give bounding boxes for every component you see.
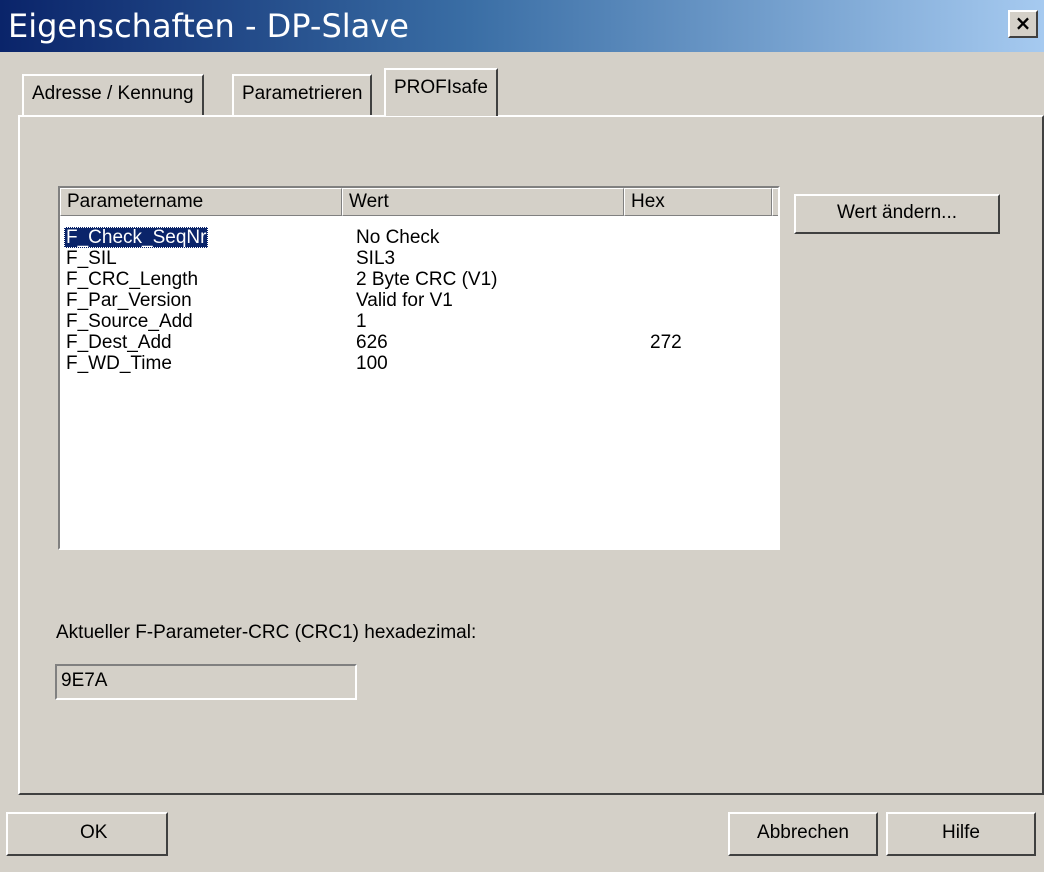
cell-value: 100 <box>356 353 388 374</box>
list-header: Parametername Wert Hex <box>60 188 778 216</box>
column-header-hex[interactable]: Hex <box>624 188 772 216</box>
change-value-button[interactable]: Wert ändern... <box>794 194 1000 234</box>
tab-label: Parametrieren <box>242 83 363 104</box>
column-header-filler <box>772 188 778 216</box>
window-title: Eigenschaften - DP-Slave <box>8 7 409 45</box>
table-row[interactable]: F_Check_SeqNr No Check <box>60 227 778 248</box>
cell-value: 2 Byte CRC (V1) <box>356 269 498 290</box>
table-row[interactable]: F_Par_Version Valid for V1 <box>60 290 778 311</box>
tab-adresse-kennung[interactable]: Adresse / Kennung <box>22 74 204 116</box>
cell-name: F_CRC_Length <box>66 269 199 290</box>
close-button[interactable]: × <box>1008 10 1038 38</box>
cell-name: F_Check_SeqNr <box>64 227 209 248</box>
title-bar[interactable]: Eigenschaften - DP-Slave × <box>0 0 1044 52</box>
cell-value: No Check <box>356 227 440 248</box>
cell-value: SIL3 <box>356 248 396 269</box>
tab-label: Adresse / Kennung <box>32 83 194 104</box>
table-row[interactable]: F_WD_Time 100 <box>60 353 778 374</box>
table-row[interactable]: F_Dest_Add 626 272 <box>60 332 778 353</box>
cancel-button[interactable]: Abbrechen <box>728 812 878 856</box>
column-header-parametername[interactable]: Parametername <box>60 188 342 216</box>
column-header-wert[interactable]: Wert <box>342 188 624 216</box>
close-icon: × <box>1014 11 1032 35</box>
cell-value: 1 <box>356 311 367 332</box>
cell-name: F_Dest_Add <box>66 332 172 353</box>
cell-name: F_SIL <box>66 248 117 269</box>
crc-value-field: 9E7A <box>55 664 357 700</box>
ok-button[interactable]: OK <box>6 812 168 856</box>
crc-label: Aktueller F-Parameter-CRC (CRC1) hexadez… <box>56 622 477 643</box>
cell-name: F_WD_Time <box>66 353 172 374</box>
tab-parametrieren[interactable]: Parametrieren <box>232 74 373 116</box>
tab-profisafe[interactable]: PROFIsafe <box>384 68 498 116</box>
parameter-list[interactable]: Parametername Wert Hex F_Check_SeqNr No … <box>58 186 780 550</box>
table-row[interactable]: F_SIL SIL3 <box>60 248 778 269</box>
table-row[interactable]: F_Source_Add 1 <box>60 311 778 332</box>
tab-label: PROFIsafe <box>394 77 488 98</box>
table-row[interactable]: F_CRC_Length 2 Byte CRC (V1) <box>60 269 778 290</box>
cell-value: 626 <box>356 332 388 353</box>
cell-name: F_Par_Version <box>66 290 192 311</box>
cell-value: Valid for V1 <box>356 290 453 311</box>
cell-name: F_Source_Add <box>66 311 193 332</box>
cell-hex: 272 <box>650 332 682 353</box>
help-button[interactable]: Hilfe <box>886 812 1036 856</box>
